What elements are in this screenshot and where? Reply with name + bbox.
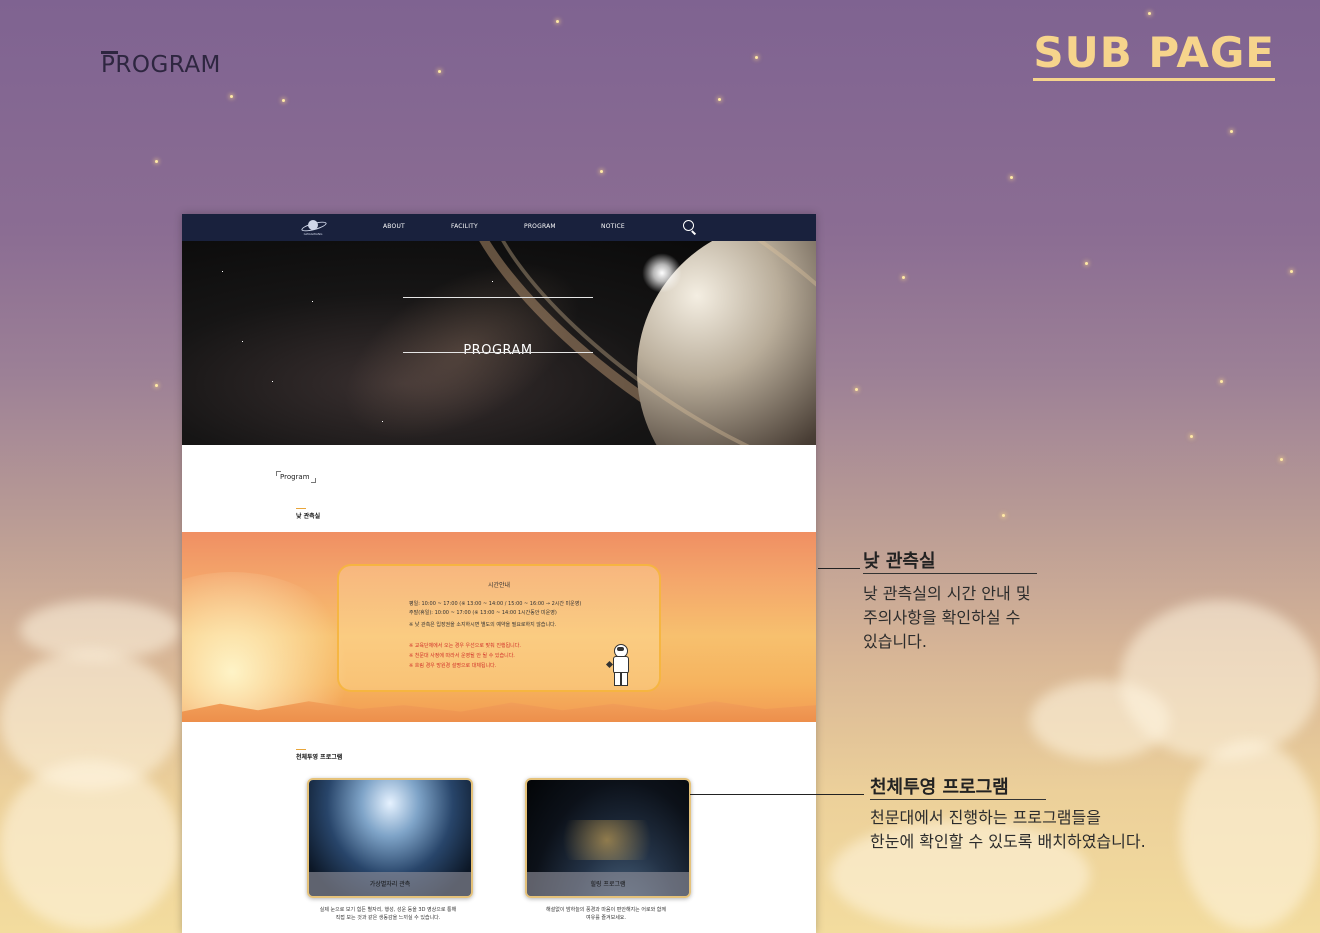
logo-planet-icon: [308, 220, 318, 230]
website-mockup: GWAGWANG ABOUT FACILITY PROGRAM NOTICE P…: [182, 214, 816, 933]
hero-star: [242, 341, 243, 342]
star: [155, 160, 158, 163]
desc-line: 여유를 즐겨보세요.: [586, 915, 626, 921]
star: [755, 56, 758, 59]
hero-star: [382, 421, 383, 422]
program-description: 해설없이 밤하늘의 풍경과 마음이 편안해지는 어로와 함께 여유를 즐겨보세요…: [516, 906, 696, 922]
cloud: [1120, 600, 1320, 760]
hero-star: [272, 381, 273, 382]
card-title: 가상별자리 관측: [369, 881, 411, 888]
schedule-reservation-note: ※ 낮 관측은 입장권을 소지하시면 별도의 예약을 필요로하지 않습니다.: [409, 622, 557, 628]
star: [155, 384, 158, 387]
star: [230, 95, 233, 98]
heading-accent: [296, 749, 306, 750]
program-card-constellation[interactable]: 가상별자리 관측: [307, 778, 473, 898]
hero-bottom-line: [403, 352, 593, 353]
star: [600, 170, 603, 173]
star: [1290, 270, 1293, 273]
card-title: 힐링 프로그램: [590, 881, 626, 888]
star: [1280, 458, 1283, 461]
star: [1002, 514, 1005, 517]
star: [1230, 130, 1233, 133]
sun-flare: [642, 253, 682, 293]
site-navbar: GWAGWANG ABOUT FACILITY PROGRAM NOTICE: [182, 214, 816, 241]
annotation-desc: 천문대에서 진행하는 프로그램들을 한눈에 확인할 수 있도록 배치하였습니다.: [870, 806, 1146, 854]
star: [556, 20, 559, 23]
page-type-title: SUB PAGE: [1033, 28, 1275, 81]
desc-line: 해설없이 밤하늘의 풍경과 마음이 편안해지는 어로와 함께: [546, 907, 666, 913]
heading-accent: [296, 508, 306, 509]
annotation-desc-line: 천문대에서 진행하는 프로그램들을: [870, 808, 1101, 827]
nav-item-facility[interactable]: FACILITY: [451, 223, 478, 230]
schedule-section: 시간안내 평일: 10:00 ~ 17:00 (※ 13:00 ~ 14:00 …: [182, 532, 816, 722]
schedule-weekday: 평일: 10:00 ~ 17:00 (※ 13:00 ~ 14:00 / 15:…: [409, 601, 582, 607]
annotation-desc-line: 있습니다.: [863, 632, 927, 651]
section-label-bar: [101, 51, 118, 54]
cloud: [0, 760, 180, 930]
annotation-connector: [818, 568, 860, 569]
annotation-title: 낮 관측실: [863, 551, 936, 572]
astronaut-icon: [605, 644, 633, 686]
annotation-desc-line: 낮 관측실의 시간 안내 및: [863, 584, 1031, 603]
nav-item-about[interactable]: ABOUT: [383, 223, 405, 230]
program-description: 실제 눈으로 보기 힘든 별자리, 행성, 성운 등을 3D 영상으로 통해 직…: [298, 906, 478, 922]
star: [1190, 435, 1193, 438]
astronaut-leg: [621, 672, 628, 686]
schedule-warning: ※ 교육단체에서 오는 경우 우선으로 맞춰 진행됩니다.: [409, 643, 521, 649]
annotation-connector: [690, 794, 864, 795]
day-observatory-heading-text: 낮 관측실: [296, 513, 321, 520]
hero-top-line: [403, 297, 593, 298]
astronaut-visor: [617, 647, 624, 651]
page-type-text: SUB PAGE: [1033, 28, 1275, 77]
day-observatory-heading: 낮 관측실: [296, 508, 321, 520]
annotation-desc-line: 한눈에 확인할 수 있도록 배치하였습니다.: [870, 832, 1146, 851]
search-icon[interactable]: [683, 220, 694, 231]
star: [438, 70, 441, 73]
logo-text: GWAGWANG: [303, 232, 323, 236]
astronaut-leg: [614, 672, 621, 686]
star: [282, 99, 285, 102]
annotation-underline: [863, 573, 1037, 574]
annotation-desc-line: 주의사항을 확인하실 수: [863, 608, 1021, 627]
schedule-warning: ※ 흐림 경우 망원경 설명으로 대체됩니다.: [409, 663, 497, 669]
program-card-healing[interactable]: 힐링 프로그램: [525, 778, 691, 898]
nav-item-program[interactable]: PROGRAM: [524, 223, 556, 230]
star: [718, 98, 721, 101]
hero-banner: PROGRAM: [182, 241, 816, 445]
star: [855, 388, 858, 391]
city-lights: [547, 820, 667, 860]
star: [1148, 12, 1151, 15]
annotation-title: 천체투영 프로그램: [870, 777, 1009, 798]
sun-glow: [182, 572, 362, 722]
hero-star: [492, 281, 493, 282]
desc-line: 직접 보는 것과 같은 생동감을 느끼실 수 있습니다.: [335, 915, 441, 921]
hero-star: [222, 271, 223, 272]
program-heading-text: 천체투영 프로그램: [296, 754, 343, 761]
breadcrumb-bracket-left: [276, 471, 281, 476]
site-logo[interactable]: GWAGWANG: [300, 218, 328, 238]
annotation-underline: [870, 799, 1046, 800]
star: [1085, 262, 1088, 265]
section-label-text: PROGRAM: [101, 52, 221, 78]
desc-line: 실제 눈으로 보기 힘든 별자리, 행성, 성운 등을 3D 영상으로 통해: [319, 907, 457, 913]
astronaut-flag: [605, 660, 614, 669]
schedule-weekend: 주말(휴일): 10:00 ~ 17:00 (※ 13:00 ~ 14:00 1…: [409, 610, 557, 616]
cloud: [1180, 740, 1320, 930]
star: [1010, 176, 1013, 179]
schedule-title: 시간안내: [487, 582, 511, 589]
nav-item-notice[interactable]: NOTICE: [601, 223, 625, 230]
star: [1220, 380, 1223, 383]
breadcrumb-bracket-right: [310, 478, 316, 483]
section-label: PROGRAM: [101, 51, 221, 78]
star: [902, 276, 905, 279]
hero-star: [312, 301, 313, 302]
breadcrumb-text: Program: [280, 473, 310, 481]
hero-title: PROGRAM: [463, 343, 533, 358]
annotation-desc: 낮 관측실의 시간 안내 및 주의사항을 확인하실 수 있습니다.: [863, 582, 1031, 654]
breadcrumb: Program: [276, 471, 316, 483]
schedule-warning: ※ 천문대 사정에 따라서 운영될 안 될 수 있습니다.: [409, 653, 515, 659]
program-heading: 천체투영 프로그램: [296, 749, 343, 761]
schedule-card: 시간안내 평일: 10:00 ~ 17:00 (※ 13:00 ~ 14:00 …: [337, 564, 661, 692]
page-type-underline: [1033, 78, 1275, 81]
